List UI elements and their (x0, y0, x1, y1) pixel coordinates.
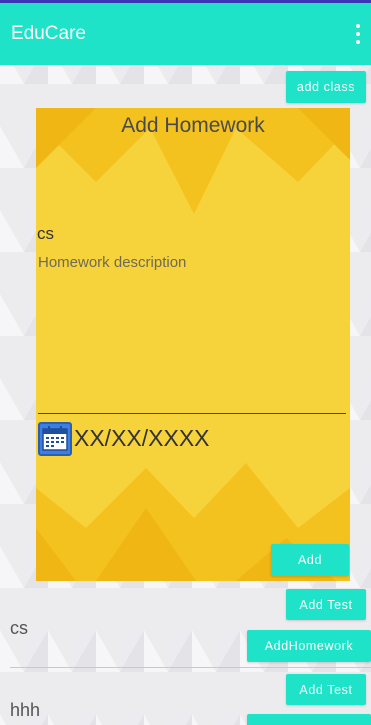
dialog-class-name: cs (37, 224, 54, 243)
add-homework-button[interactable]: AddHomework (247, 630, 371, 662)
more-vert-icon[interactable] (355, 24, 361, 44)
add-button[interactable]: Add (271, 544, 349, 576)
app-title: EduCare (11, 23, 86, 44)
homework-description-input[interactable]: Homework description (38, 254, 344, 414)
list-divider (10, 667, 371, 668)
add-test-button[interactable]: Add Test (286, 674, 366, 705)
dialog-title: Add Homework (121, 114, 265, 137)
class-name-label: cs (10, 618, 28, 638)
description-underline (38, 413, 346, 414)
app-bar: EduCare (0, 3, 371, 65)
due-date-field[interactable]: XX/XX/XXXX (74, 425, 210, 452)
calendar-icon[interactable] (38, 422, 72, 456)
add-class-button[interactable]: add class (286, 71, 366, 103)
add-test-button[interactable]: Add Test (286, 589, 366, 620)
add-homework-dialog: Add Homework cs Homework description XX/… (36, 108, 350, 581)
add-homework-button[interactable] (247, 714, 371, 725)
class-name-label: hhh (10, 700, 41, 720)
